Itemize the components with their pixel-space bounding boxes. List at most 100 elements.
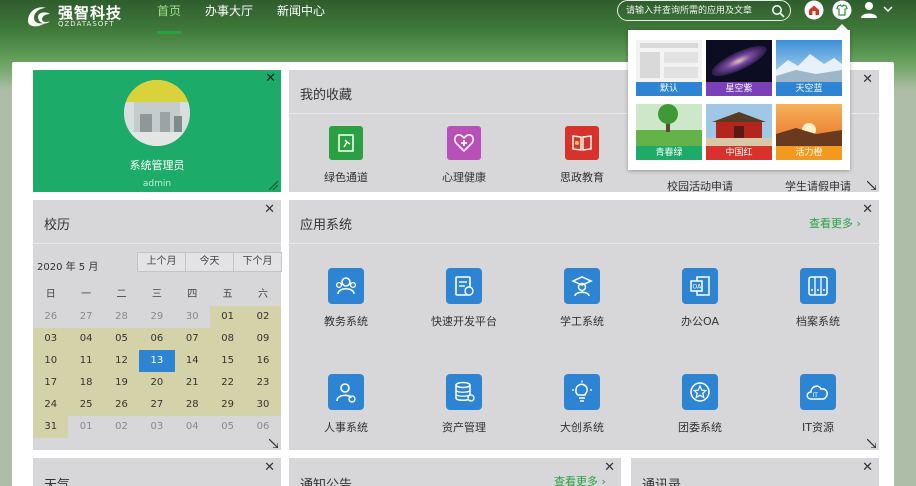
apps-more-label: 查看更多 [809, 217, 853, 230]
avatar[interactable] [124, 80, 190, 146]
skin-youth-green[interactable]: 青春绿 [636, 104, 702, 160]
calendar-day[interactable]: 05 [103, 328, 140, 350]
skin-vital-orange[interactable]: 活力橙 [776, 104, 842, 160]
calendar-day[interactable]: 04 [175, 416, 210, 438]
calendar-day[interactable]: 16 [245, 350, 281, 372]
calendar-week-row: 26 27 28 29 30 01 02 [33, 306, 281, 328]
skin-icon[interactable] [832, 0, 852, 20]
calendar-day[interactable]: 28 [174, 394, 210, 416]
calendar-day[interactable]: 09 [245, 328, 281, 350]
calendar-day[interactable]: 17 [33, 372, 69, 394]
calendar-day[interactable]: 27 [139, 394, 175, 416]
calendar-day[interactable]: 26 [103, 394, 140, 416]
weather-panel: 天气 ✕ [33, 458, 281, 486]
calendar-day[interactable]: 30 [175, 306, 210, 328]
app-hr[interactable]: 人事系统 [296, 374, 396, 435]
calendar-day[interactable]: 11 [68, 350, 104, 372]
calendar-day[interactable]: 14 [174, 350, 210, 372]
fav-green-channel[interactable]: 绿色通道 [296, 126, 396, 185]
notice-close-button[interactable]: ✕ [604, 461, 615, 474]
app-label: 档案系统 [796, 315, 840, 328]
calendar-day[interactable]: 18 [68, 372, 104, 394]
skin-china-red[interactable]: 中国红 [706, 104, 772, 160]
top-bar: 强智科技 QZDATASOFT 首页 办事大厅 新闻中心 [0, 0, 916, 34]
calendar-day[interactable]: 31 [33, 416, 69, 438]
calendar-day[interactable]: 27 [68, 306, 103, 328]
calendar-day[interactable]: 06 [139, 328, 175, 350]
calendar-day[interactable]: 26 [33, 306, 68, 328]
app-innovation[interactable]: 大创系统 [532, 374, 632, 435]
next-month-button[interactable]: 下个月 [234, 253, 281, 271]
calendar-day[interactable]: 29 [139, 306, 174, 328]
search-input[interactable] [626, 3, 768, 18]
home-icon[interactable] [804, 0, 824, 20]
today-button[interactable]: 今天 [186, 253, 234, 271]
calendar-day[interactable]: 08 [209, 328, 246, 350]
calendar-day[interactable]: 30 [245, 394, 281, 416]
calendar-day[interactable]: 24 [33, 394, 69, 416]
fav-ideological-education[interactable]: 思政教育 [532, 126, 632, 185]
search-icon[interactable] [771, 4, 785, 18]
skin-default[interactable]: 默认 [636, 40, 702, 96]
resize-handle-icon[interactable] [269, 181, 278, 190]
app-youth-league[interactable]: 团委系统 [650, 374, 750, 435]
calendar-day[interactable]: 20 [139, 372, 175, 394]
calendar-day[interactable]: 15 [209, 350, 246, 372]
calendar-day[interactable]: 19 [103, 372, 140, 394]
calendar-day[interactable]: 13 [139, 350, 175, 372]
search-box [617, 0, 791, 21]
calendar-day[interactable]: 10 [33, 350, 69, 372]
calendar-day[interactable]: 01 [68, 416, 103, 438]
calendar-title: 校历 [44, 218, 71, 233]
app-student-affairs[interactable]: 学工系统 [532, 268, 632, 329]
calendar-day[interactable]: 04 [68, 328, 104, 350]
notice-more-link[interactable]: 查看更多 › [554, 473, 606, 486]
profile-close-button[interactable]: ✕ [265, 72, 276, 85]
calendar-day[interactable]: 29 [209, 394, 246, 416]
user-icon[interactable] [859, 0, 879, 20]
app-office-oa[interactable]: OA 办公OA [650, 268, 750, 329]
app-label: 快速开发平台 [431, 315, 497, 328]
app-asset-management[interactable]: 资产管理 [414, 374, 514, 435]
apps-close-button[interactable]: ✕ [862, 203, 873, 216]
calendar-close-button[interactable]: ✕ [264, 203, 275, 216]
skin-sky-blue[interactable]: 天空蓝 [776, 40, 842, 96]
calendar-day[interactable]: 25 [68, 394, 104, 416]
calendar-day[interactable]: 23 [245, 372, 281, 394]
calendar-day[interactable]: 01 [209, 306, 246, 328]
resize-handle-icon[interactable] [269, 439, 278, 448]
lightbulb-icon [564, 374, 600, 410]
skin-star-purple[interactable]: 星空紫 [706, 40, 772, 96]
nav-news-center[interactable]: 新闻中心 [265, 0, 337, 34]
calendar-day[interactable]: 03 [33, 328, 69, 350]
apps-more-link[interactable]: 查看更多 › [809, 215, 861, 231]
logo[interactable]: 强智科技 QZDATASOFT [24, 2, 124, 32]
fav-label: 思政教育 [560, 171, 604, 184]
nav-service-hall[interactable]: 办事大厅 [193, 0, 265, 34]
calendar-day[interactable]: 07 [174, 328, 210, 350]
contacts-close-button[interactable]: ✕ [862, 461, 873, 474]
app-academic-affairs[interactable]: 教务系统 [296, 268, 396, 329]
calendar-day[interactable]: 28 [104, 306, 139, 328]
resize-handle-icon[interactable] [867, 439, 876, 448]
calendar-day[interactable]: 03 [139, 416, 174, 438]
calendar-day[interactable]: 22 [209, 372, 246, 394]
chevron-down-icon[interactable] [883, 4, 893, 14]
app-label: 团委系统 [678, 421, 722, 434]
calendar-day[interactable]: 05 [210, 416, 245, 438]
apps-title: 应用系统 [300, 218, 353, 233]
calendar-day[interactable]: 21 [174, 372, 210, 394]
weather-close-button[interactable]: ✕ [264, 461, 275, 474]
nav-home[interactable]: 首页 [145, 0, 193, 34]
calendar-day[interactable]: 02 [245, 306, 281, 328]
calendar-day[interactable]: 02 [104, 416, 139, 438]
app-rapid-dev[interactable]: 快速开发平台 [414, 268, 514, 329]
favorites-close-button[interactable]: ✕ [862, 73, 873, 86]
calendar-day[interactable]: 12 [103, 350, 140, 372]
fav-mental-health[interactable]: 心理健康 [414, 126, 514, 185]
app-archives[interactable]: 档案系统 [768, 268, 868, 329]
prev-month-button[interactable]: 上个月 [138, 253, 186, 271]
calendar-day[interactable]: 06 [245, 416, 280, 438]
resize-handle-icon[interactable] [867, 181, 876, 190]
app-it-resources[interactable]: IT IT资源 [768, 374, 868, 435]
